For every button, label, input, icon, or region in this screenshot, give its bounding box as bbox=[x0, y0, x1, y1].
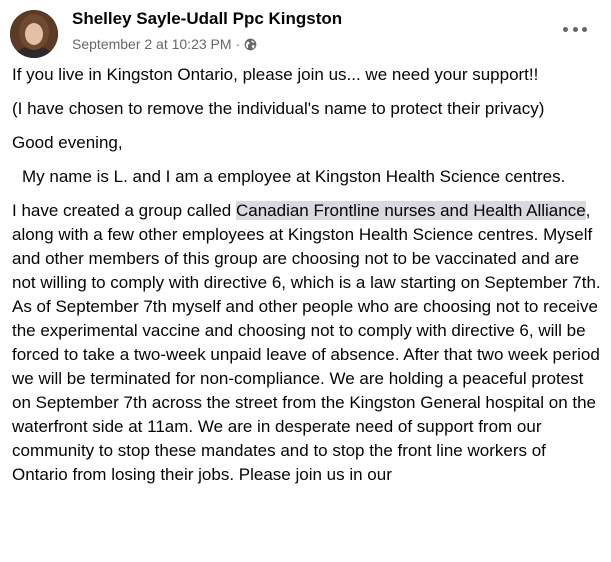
author-name[interactable]: Shelley Sayle-Udall Ppc Kingston bbox=[72, 9, 342, 29]
more-options-icon bbox=[563, 26, 568, 32]
paragraph-text: I have created a group called bbox=[12, 201, 236, 220]
post-timestamp[interactable]: September 2 at 10:23 PM bbox=[72, 36, 232, 52]
facebook-post: Shelley Sayle-Udall Ppc Kingston Septemb… bbox=[0, 0, 611, 562]
post-body: If you live in Kingston Ontario, please … bbox=[12, 63, 602, 497]
post-paragraph: If you live in Kingston Ontario, please … bbox=[12, 65, 539, 84]
post-header: Shelley Sayle-Udall Ppc Kingston Septemb… bbox=[10, 7, 601, 59]
globe-icon[interactable] bbox=[244, 38, 257, 51]
more-options-button[interactable] bbox=[563, 23, 587, 35]
more-options-icon bbox=[582, 26, 587, 32]
more-options-icon bbox=[572, 26, 578, 32]
post-paragraph: Good evening, bbox=[12, 133, 123, 152]
post-paragraph: (I have chosen to remove the individual'… bbox=[12, 99, 545, 118]
paragraph-text: , along with a few other employees at Ki… bbox=[12, 201, 601, 484]
post-paragraph: I have created a group called Canadian F… bbox=[12, 199, 602, 487]
meta-separator: · bbox=[235, 36, 241, 52]
author-avatar[interactable] bbox=[10, 10, 58, 58]
post-meta: September 2 at 10:23 PM · bbox=[72, 36, 257, 52]
post-paragraph: My name is L. and I am a employee at Kin… bbox=[22, 167, 566, 186]
avatar-image bbox=[10, 10, 58, 58]
group-tag-link[interactable]: Canadian Frontline nurses and Health All… bbox=[235, 201, 586, 220]
